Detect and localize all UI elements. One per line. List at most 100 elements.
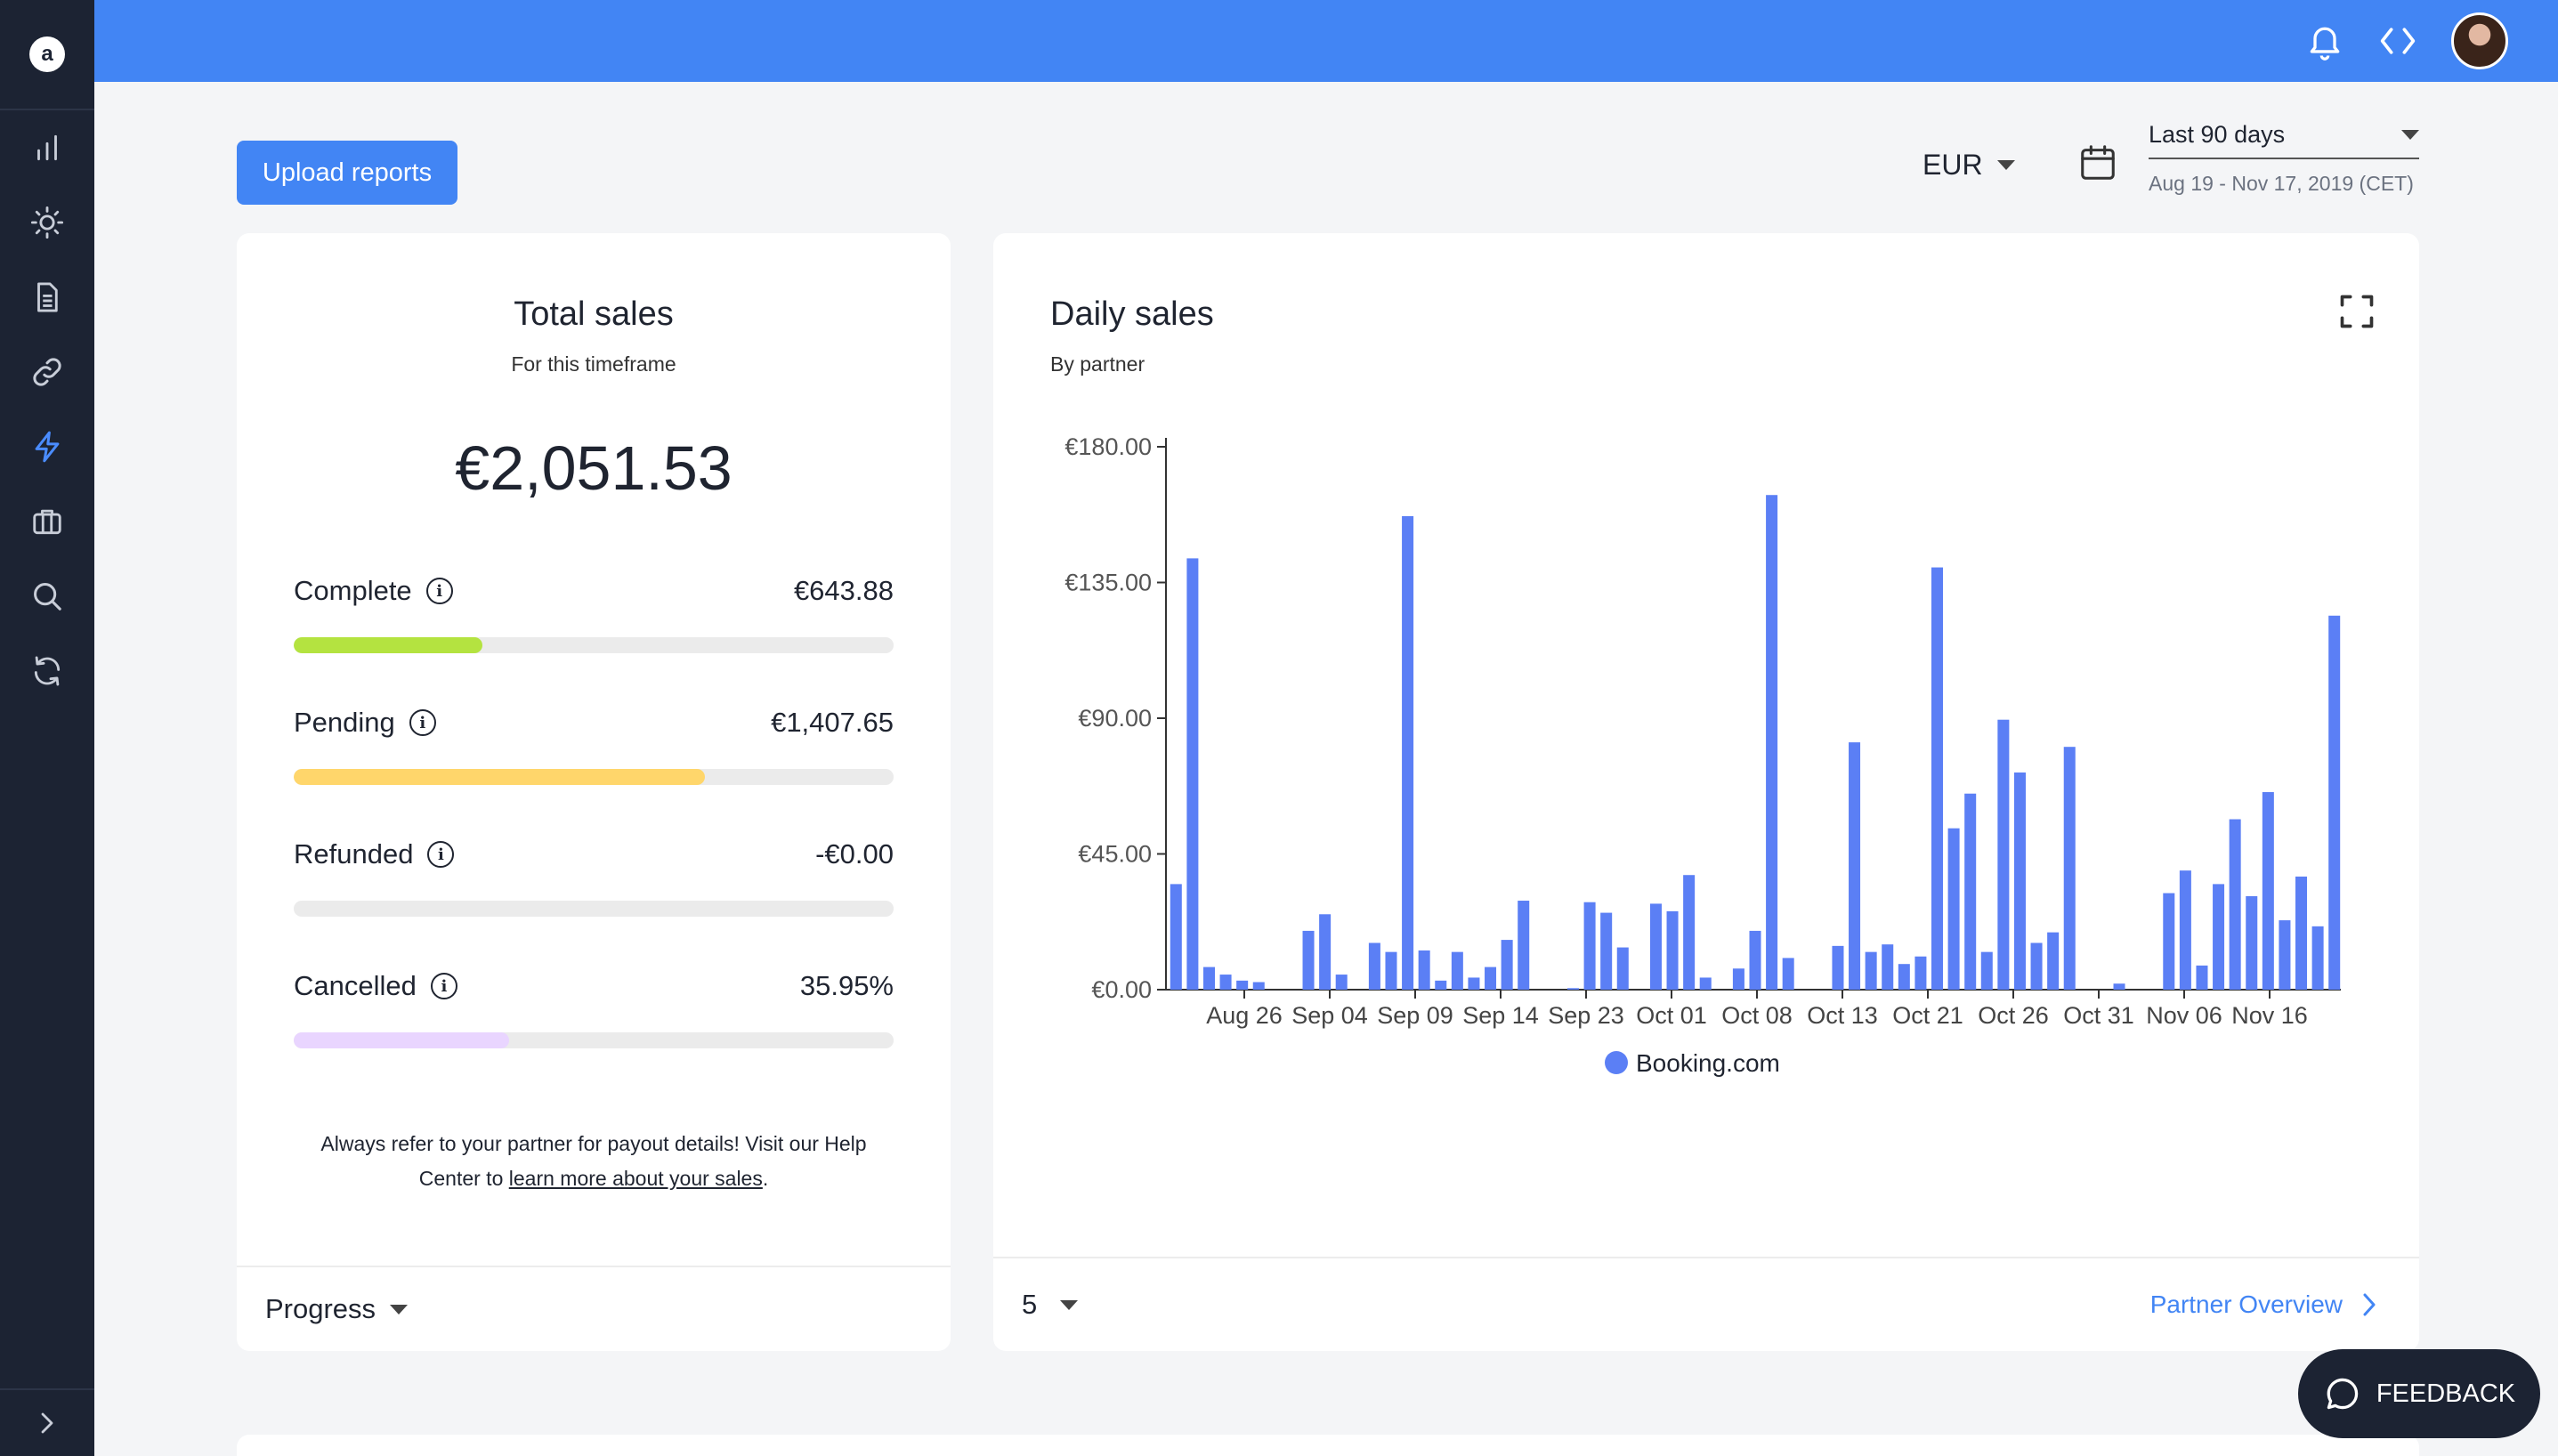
chart-bar [1766, 495, 1778, 990]
chart-bar [1649, 903, 1662, 990]
metric-label: Complete [294, 575, 412, 606]
payout-note: Always refer to your partner for payout … [290, 1127, 897, 1196]
daily-sales-chart: €0.00 €45.00 €90.00 €135.00 €180.00 Aug 26 Sep… [1064, 433, 2341, 1077]
chart-bar [1683, 875, 1696, 990]
sidebar-expand-button[interactable] [0, 1388, 94, 1456]
sidebar-item-content[interactable] [0, 260, 94, 335]
calendar-icon[interactable] [2077, 142, 2118, 183]
chart-bar [1666, 910, 1679, 990]
chart-bar [1335, 975, 1348, 990]
chart-bar [1170, 884, 1182, 990]
chart-bar [1583, 902, 1596, 990]
progress-track [294, 901, 894, 917]
date-range-select[interactable]: Last 90 days Aug 19 - Nov 17, 2019 (CET) [2149, 121, 2419, 196]
info-icon[interactable]: i [430, 973, 457, 999]
y-tick-label: €45.00 [1078, 841, 1152, 868]
metric-refunded: Refunded i -€0.00 [294, 838, 894, 917]
metric-value: €1,407.65 [771, 707, 894, 738]
chart-bar [1186, 558, 1199, 990]
user-avatar[interactable] [2451, 12, 2508, 69]
y-tick-label: €0.00 [1091, 976, 1152, 1003]
refresh-icon [34, 656, 61, 686]
sidebar-item-partners[interactable] [0, 484, 94, 559]
lightning-icon [35, 431, 60, 463]
app-logo[interactable]: a [29, 36, 65, 72]
chart-bar [1882, 944, 1894, 990]
legend-marker [1605, 1051, 1628, 1074]
chat-bubble-icon [2327, 1378, 2358, 1410]
chart-bar [2179, 870, 2191, 990]
topbar-actions [2305, 9, 2508, 73]
progress-track [294, 1032, 894, 1048]
metric-value: 35.95% [799, 970, 894, 1001]
bar-chart-icon [37, 134, 57, 161]
info-icon[interactable]: i [425, 578, 453, 604]
sidebar-item-search[interactable] [0, 559, 94, 634]
info-icon[interactable]: i [409, 709, 436, 736]
chart-bar [2311, 926, 2324, 990]
chart-bar [1600, 912, 1613, 990]
sidebar-item-reports[interactable] [0, 110, 94, 185]
feedback-button[interactable]: FEEDBACK [2298, 1349, 2540, 1438]
sidebar-item-sync[interactable] [0, 634, 94, 708]
payout-note-end: . [762, 1167, 769, 1190]
currency-select[interactable]: EUR [1923, 146, 2015, 183]
chart-bar [1219, 975, 1232, 990]
chart-bar [1368, 942, 1380, 990]
metric-value: €643.88 [793, 575, 894, 606]
metric-label: Pending [294, 707, 395, 738]
bottom-card [237, 1435, 2419, 1456]
chart-bar [1319, 914, 1332, 990]
sidebar-item-insights[interactable] [0, 185, 94, 260]
caret-down-icon [2401, 130, 2419, 140]
total-sales-card: Total sales For this timeframe €2,051.53… [237, 233, 951, 1351]
progress-fill [294, 1032, 510, 1048]
date-range-field[interactable]: Last 90 days [2149, 121, 2419, 159]
chart-bar [1302, 930, 1315, 990]
learn-more-link[interactable]: learn more about your sales [509, 1167, 763, 1190]
x-tick-label: Aug 26 [1206, 1002, 1283, 1029]
briefcase-icon [33, 509, 61, 535]
date-range-subtitle: Aug 19 - Nov 17, 2019 (CET) [2149, 172, 2414, 195]
chart-bar [1485, 967, 1497, 990]
bell-icon[interactable] [2305, 21, 2344, 61]
progress-view-select[interactable]: Progress [237, 1266, 951, 1351]
chart-bar [2279, 920, 2291, 990]
search-icon [34, 583, 61, 611]
chart-bar [2262, 792, 2274, 990]
chart-bar [2295, 876, 2308, 990]
sidebar: a [0, 0, 94, 1456]
chart-bar [1435, 980, 1447, 990]
progress-track [294, 769, 894, 785]
chart-bar [1566, 988, 1579, 990]
page-size-select[interactable]: 5 [1022, 1289, 1079, 1321]
chart-bar [2196, 965, 2208, 990]
legend-label: Booking.com [1636, 1049, 1780, 1077]
sidebar-item-performance[interactable] [0, 409, 94, 484]
partner-overview-link[interactable]: Partner Overview [2150, 1290, 2380, 1319]
x-tick-label: Oct 13 [1807, 1002, 1878, 1029]
date-range-value: Last 90 days [2149, 121, 2286, 148]
code-icon[interactable] [2378, 21, 2417, 61]
topbar [94, 0, 2558, 82]
x-tick-label: Sep 14 [1462, 1002, 1539, 1029]
x-tick-label: Sep 04 [1291, 1002, 1368, 1029]
x-tick-label: Oct 08 [1721, 1002, 1793, 1029]
x-tick-label: Nov 16 [2231, 1002, 2308, 1029]
sidebar-item-links[interactable] [0, 335, 94, 409]
chart-bar [1418, 950, 1430, 990]
x-tick-label: Oct 26 [1978, 1002, 2049, 1029]
chevron-right-icon [41, 1412, 53, 1434]
chart-bar [1732, 968, 1744, 990]
chart-bar [1252, 982, 1265, 990]
chart-bar [2113, 983, 2125, 990]
upload-reports-button[interactable]: Upload reports [237, 141, 457, 205]
chart-bar [1997, 719, 2010, 990]
info-icon[interactable]: i [427, 841, 455, 868]
sidebar-nav [0, 110, 94, 708]
daily-sales-card: Daily sales By partner €0.00 €45.00 €90.00… [993, 233, 2419, 1351]
chart-bar [1980, 951, 1993, 990]
x-tick-label: Oct 31 [2063, 1002, 2134, 1029]
chart-bar [2229, 819, 2241, 990]
chart-bar [1202, 967, 1215, 990]
